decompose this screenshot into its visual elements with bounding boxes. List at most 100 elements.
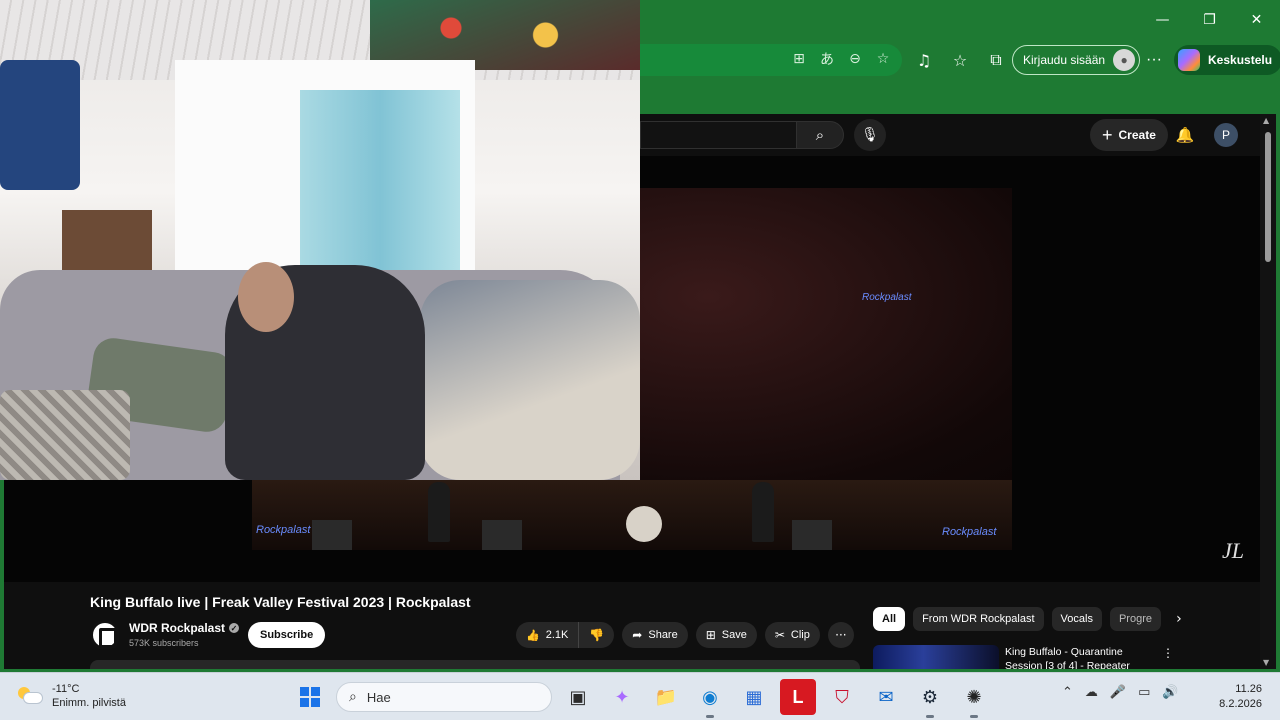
- start-button[interactable]: [292, 679, 328, 715]
- profile-icon: ●: [1113, 49, 1136, 71]
- zoom-out-icon[interactable]: ⊖: [844, 48, 866, 70]
- amplifier: [792, 520, 832, 550]
- toolbar-icons: ♫ ☆ ⧉: [910, 48, 1010, 72]
- display-icon[interactable]: ▭: [1138, 685, 1150, 700]
- stage-logo: Rockpalast: [862, 292, 912, 303]
- weather-description: Enimm. pilvistä: [52, 697, 126, 709]
- account-avatar[interactable]: P: [1214, 123, 1238, 147]
- video-actions: 👍 2.1K 👎 ➦ Share ⊞ Save ✂ Clip ···: [516, 622, 854, 648]
- recommendation-thumbnail[interactable]: [873, 645, 999, 669]
- recommendation-chips: All From WDR Rockpalast Vocals Progre ›: [873, 607, 1189, 631]
- taskbar-apps: ⌕ Hae ▣ ✦ 📁 ◉ ▦ L ⛉ ✉ ⚙ ✺: [292, 679, 992, 718]
- pillows: [420, 280, 640, 480]
- subscriber-count: 573K subscribers: [129, 638, 199, 648]
- strip-logo-left: Rockpalast: [256, 524, 311, 536]
- edge-icon[interactable]: ◉: [692, 679, 728, 718]
- save-button[interactable]: ⊞ Save: [695, 622, 757, 648]
- channel-name-text: WDR Rockpalast: [129, 621, 226, 635]
- like-count: 2.1K: [545, 629, 569, 641]
- show-hidden-icons-icon[interactable]: ⌃: [1062, 685, 1073, 700]
- recommendation-title[interactable]: King Buffalo - Quarantine Session [3 of …: [1005, 645, 1155, 669]
- person-head: [238, 262, 294, 332]
- more-actions-icon[interactable]: ···: [827, 622, 854, 648]
- bassist: [752, 482, 774, 542]
- video-title: King Buffalo live | Freak Valley Festiva…: [90, 594, 471, 610]
- chip-from-channel[interactable]: From WDR Rockpalast: [913, 607, 1044, 631]
- scroll-up-icon[interactable]: ▲: [1263, 116, 1269, 125]
- taskbar: -11°C Enimm. pilvistä ⌕ Hae ▣ ✦ 📁 ◉ ▦ L …: [0, 672, 1280, 720]
- close-icon[interactable]: ✕: [1233, 0, 1280, 40]
- page-scrollbar[interactable]: ▲ ▼: [1260, 114, 1276, 669]
- search-placeholder: Hae: [366, 689, 391, 705]
- favorites-icon[interactable]: ☆: [946, 48, 974, 72]
- chip-all[interactable]: All: [873, 607, 906, 631]
- steam-icon[interactable]: ⚙: [912, 679, 948, 718]
- chip-progressive[interactable]: Progre: [1109, 607, 1161, 631]
- strip-logo-right: Rockpalast: [942, 526, 997, 538]
- microphone-icon[interactable]: 🎙: [854, 119, 886, 151]
- address-bar-icons: ⊞ あ ⊖ ☆: [788, 48, 894, 70]
- share-label: Share: [648, 629, 678, 641]
- onedrive-icon[interactable]: ☁: [1085, 685, 1098, 700]
- volume-icon[interactable]: 🔊: [1162, 685, 1178, 700]
- chip-vocals[interactable]: Vocals: [1051, 607, 1102, 631]
- windows-icon: [300, 687, 320, 707]
- favorite-icon[interactable]: ☆: [872, 48, 894, 70]
- clip-button[interactable]: ✂ Clip: [764, 622, 820, 648]
- description-box[interactable]: [90, 660, 860, 669]
- minimize-icon[interactable]: —: [1139, 0, 1186, 40]
- lastpass-icon[interactable]: L: [780, 679, 816, 715]
- chevron-right-icon[interactable]: ›: [1169, 611, 1189, 627]
- channel-avatar[interactable]: [90, 620, 120, 650]
- channel-name[interactable]: WDR Rockpalast ✓: [129, 621, 240, 635]
- task-view-icon[interactable]: ▣: [560, 679, 596, 715]
- store-icon[interactable]: ▦: [736, 679, 772, 715]
- mcafee-icon[interactable]: ⛉: [824, 679, 860, 715]
- recommendation-more-icon[interactable]: ⋮: [1162, 646, 1174, 660]
- file-explorer-icon[interactable]: 📁: [648, 679, 684, 715]
- like-dislike-group: 👍 2.1K 👎: [516, 622, 615, 648]
- like-icon: 👍: [526, 629, 540, 642]
- scrollbar-thumb[interactable]: [1265, 132, 1271, 262]
- weather-widget[interactable]: -11°C Enimm. pilvistä: [18, 682, 126, 710]
- search-icon[interactable]: ⌕: [796, 121, 844, 149]
- clip-icon: ✂: [774, 628, 785, 642]
- plus-icon: +: [1102, 124, 1113, 145]
- notifications-icon[interactable]: 🔔: [1172, 122, 1198, 148]
- blanket: [0, 390, 130, 480]
- search-icon: ⌕: [349, 689, 357, 705]
- copilot-button[interactable]: Keskustelu: [1174, 45, 1280, 75]
- subscribe-button[interactable]: Subscribe: [248, 622, 326, 648]
- outlook-icon[interactable]: ✉: [868, 679, 904, 715]
- clock-date: 8.2.2026: [1219, 698, 1262, 710]
- restore-icon[interactable]: ❐: [1186, 0, 1233, 40]
- channel-watermark[interactable]: JL: [1222, 538, 1244, 564]
- verified-icon: ✓: [229, 623, 240, 633]
- search-input[interactable]: [640, 121, 800, 149]
- scroll-down-icon[interactable]: ▼: [1263, 658, 1269, 667]
- signin-button[interactable]: Kirjaudu sisään ●: [1012, 45, 1141, 75]
- webcam-overlay[interactable]: [0, 0, 640, 480]
- create-button[interactable]: + Create: [1090, 119, 1168, 151]
- signin-label: Kirjaudu sisään: [1023, 53, 1106, 67]
- like-button[interactable]: 👍 2.1K: [516, 622, 580, 648]
- chatgpt-icon[interactable]: ✺: [956, 679, 992, 718]
- apps-icon[interactable]: ⊞: [788, 48, 810, 70]
- copilot-label: Keskustelu: [1208, 53, 1273, 67]
- create-label: Create: [1118, 128, 1156, 142]
- copilot-app-icon[interactable]: ✦: [604, 679, 640, 715]
- microphone-icon[interactable]: 🎤: [1110, 685, 1126, 700]
- window-controls: — ❐ ✕: [1139, 0, 1280, 40]
- share-icon: ➦: [632, 628, 643, 642]
- collections-icon[interactable]: ⧉: [982, 48, 1010, 72]
- translate-icon[interactable]: あ: [816, 48, 838, 70]
- dislike-icon[interactable]: 👎: [579, 622, 614, 648]
- clock[interactable]: 11.26 8.2.2026: [1212, 682, 1262, 712]
- media-control-icon[interactable]: ♫: [910, 48, 938, 72]
- share-button[interactable]: ➦ Share: [622, 622, 688, 648]
- curtain: [300, 90, 460, 280]
- amplifier: [482, 520, 522, 550]
- settings-more-icon[interactable]: ···: [1142, 48, 1166, 72]
- taskbar-search[interactable]: ⌕ Hae: [336, 682, 552, 712]
- system-tray: ⌃ ☁ 🎤 ▭ 🔊: [1062, 685, 1179, 700]
